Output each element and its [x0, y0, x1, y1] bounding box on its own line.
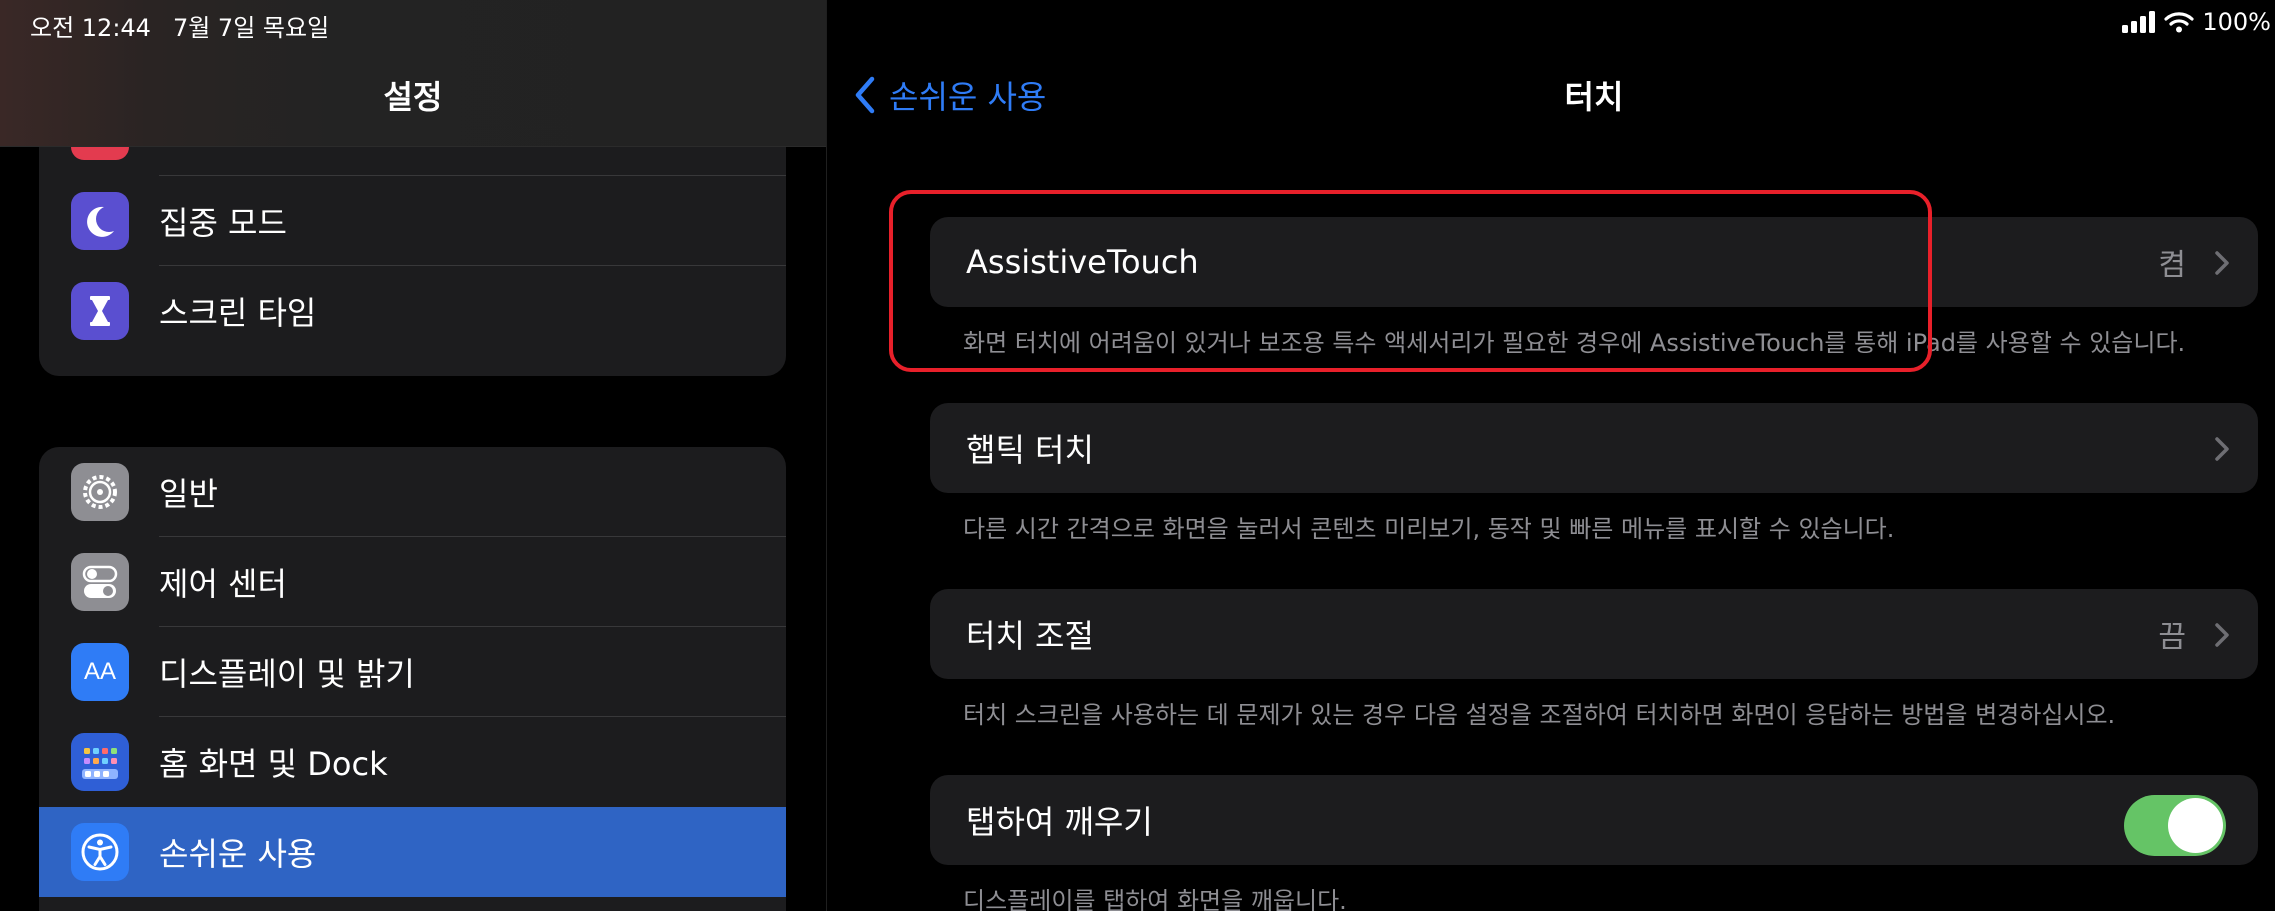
status-date: 7월 7일 목요일: [172, 14, 330, 42]
assistivetouch-row[interactable]: AssistiveTouch 켬: [930, 217, 2258, 307]
sidebar-item-label: 집중 모드: [159, 204, 287, 242]
sidebar-item-display-brightness[interactable]: AA 디스플레이 및 밝기: [39, 627, 786, 717]
sidebar-item-control-center[interactable]: 제어 센터: [39, 537, 786, 627]
cellular-signal-icon: [2122, 11, 2156, 33]
touch-settings-pane: 손쉬운 사용 터치 AssistiveTouch 켬 화면 터치에 어려움이 있…: [826, 0, 2275, 911]
tap-to-wake-toggle[interactable]: [2124, 795, 2226, 856]
sidebar-nav-bar: 오전 12:44 7월 7일 목요일 설정: [0, 0, 826, 147]
sidebar-item-screen-time[interactable]: 스크린 타임: [39, 266, 786, 356]
screen: 사운드 집중 모드: [0, 0, 2275, 911]
gear-icon: [71, 463, 129, 521]
status-indicators: 100%: [2122, 8, 2271, 36]
toggle-knob: [2168, 798, 2223, 853]
battery-percent: 100%: [2202, 8, 2271, 36]
text-size-glyph: AA: [83, 658, 116, 685]
haptic-touch-row[interactable]: 햅틱 터치: [930, 403, 2258, 493]
cell-label: 터치 조절: [966, 617, 1094, 655]
sidebar-item-label: 제어 센터: [159, 565, 287, 603]
cell-value: 켬: [2158, 248, 2186, 283]
sidebar-item-label: 일반: [159, 475, 218, 513]
back-button[interactable]: 손쉬운 사용: [853, 72, 1046, 118]
sidebar-item-home-screen-dock[interactable]: 홈 화면 및 Dock: [39, 717, 786, 807]
sidebar-item-label: 홈 화면 및 Dock: [159, 745, 388, 783]
haptic-touch-footnote: 다른 시간 간격으로 화면을 눌러서 콘텐츠 미리보기, 동작 및 빠른 메뉴를…: [963, 515, 1895, 543]
wifi-icon: [2164, 12, 2194, 33]
sidebar-item-label: 디스플레이 및 밝기: [159, 655, 415, 693]
chevron-left-icon: [855, 76, 875, 114]
hourglass-icon: [71, 282, 129, 340]
sidebar-group-general: 일반 제어 센터 AA 디스플레이 및 밝기 홈 화면 및 Dock 손쉬운 사…: [39, 447, 786, 911]
touch-accommodations-footnote: 터치 스크린을 사용하는 데 문제가 있는 경우 다음 설정을 조절하여 터치하…: [963, 701, 2116, 729]
cell-label: 햅틱 터치: [966, 431, 1094, 469]
tap-to-wake-row: 탭하여 깨우기: [930, 775, 2258, 865]
assistivetouch-footnote: 화면 터치에 어려움이 있거나 보조용 특수 액세서리가 필요한 경우에 Ass…: [963, 329, 2186, 357]
sidebar-item-focus[interactable]: 집중 모드: [39, 176, 786, 266]
moon-icon: [71, 192, 129, 250]
chevron-right-icon: [2215, 623, 2229, 647]
tap-to-wake-footnote: 디스플레이를 탭하여 화면을 깨웁니다.: [963, 887, 1347, 911]
touch-accommodations-row[interactable]: 터치 조절 끔: [930, 589, 2258, 679]
cell-value: 끔: [2158, 620, 2186, 655]
status-time: 오전 12:44: [30, 14, 151, 42]
sidebar-item-general[interactable]: 일반: [39, 447, 786, 537]
cell-label: AssistiveTouch: [966, 243, 1199, 281]
sidebar-item-label: 스크린 타임: [159, 294, 317, 332]
settings-sidebar: 사운드 집중 모드: [0, 0, 826, 911]
sidebar-title: 설정: [383, 78, 443, 116]
app-grid-icon: [71, 733, 129, 791]
back-button-label: 손쉬운 사용: [889, 78, 1047, 116]
sidebar-item-label: 손쉬운 사용: [159, 835, 317, 873]
chevron-right-icon: [2215, 251, 2229, 275]
accessibility-icon: [71, 823, 129, 881]
sidebar-item-accessibility[interactable]: 손쉬운 사용: [39, 807, 786, 897]
chevron-right-icon: [2215, 437, 2229, 461]
cell-label: 탭하여 깨우기: [966, 803, 1153, 841]
toggles-icon: [71, 553, 129, 611]
status-datetime: 오전 12:44 7월 7일 목요일: [30, 8, 351, 43]
text-size-icon: AA: [71, 643, 129, 701]
